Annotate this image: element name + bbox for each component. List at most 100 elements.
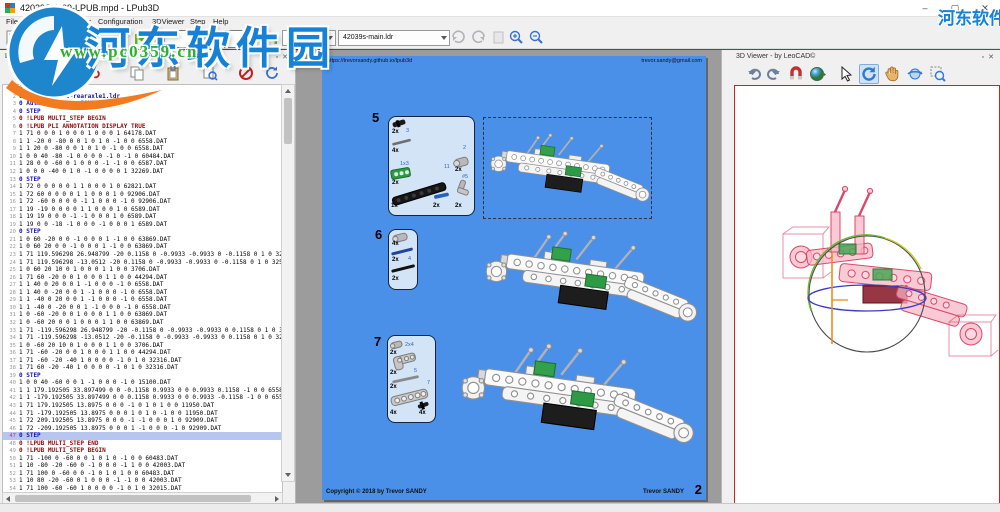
new-file-icon[interactable] <box>4 29 21 46</box>
instruction-page[interactable]: https://trevorsandy.github.io/lpub3d tre… <box>322 56 706 500</box>
menu-step[interactable]: Step <box>190 17 205 26</box>
zoom-out-icon[interactable] <box>528 29 545 46</box>
rotate-tool-icon[interactable] <box>859 64 879 84</box>
csi-step6[interactable] <box>477 224 699 330</box>
menu-help[interactable]: Help <box>213 17 228 26</box>
editor-line[interactable]: 44 1 71 -179.192505 13.8975 0 0 0 1 0 1 0… <box>3 410 282 418</box>
editor-line[interactable]: 81 1 -20 0 -80 0 0 1 0 1 0 -1 0 0 6558.D… <box>3 138 282 146</box>
editor-line[interactable]: 41 1 1 179.192505 33.897499 0 0 -0.1158 0… <box>3 387 282 395</box>
editor-line[interactable]: 47 0 STEP <box>3 432 282 440</box>
previous-page-icon[interactable] <box>149 32 161 50</box>
page-position-input[interactable] <box>164 30 250 48</box>
find-icon[interactable] <box>84 65 100 81</box>
model-combo[interactable]: 42039s-main.ldr <box>338 30 450 46</box>
editor-line[interactable]: 51 1 10 -80 -20 -60 0 -1 0 0 0 -1 1 0 0 4… <box>3 462 282 470</box>
editor-vscrollbar[interactable] <box>281 84 295 482</box>
close-dock-icon[interactable]: ✕ <box>282 54 292 61</box>
editor-line[interactable]: 46 1 72 -209.192505 13.8975 0 0 0 1 -1 0 … <box>3 425 282 433</box>
editor-line[interactable]: 28 1 1 40 0 -20 0 0 1 -1 0 0 0 -1 0 6558.… <box>3 289 282 297</box>
menu-3dviewer[interactable]: 3DViewer <box>152 17 184 26</box>
editor-line[interactable]: 20 Name: 42039s-rearaxle1.ldr <box>3 93 282 101</box>
editor-line[interactable]: 16 1 72 -60 0 0 0 0 -1 1 0 0 0 -1 0 92906… <box>3 198 282 206</box>
editor-line[interactable]: 45 1 72 209.192505 13.8975 0 0 0 -1 -1 0 … <box>3 417 282 425</box>
minimize-button[interactable]: – <box>910 0 940 16</box>
editor-line[interactable]: 36 1 71 -60 -20 0 0 1 0 0 0 1 1 0 0 44294… <box>3 349 282 357</box>
editor-line[interactable]: 23 1 71 119.596298 26.948799 -20 0.1158 0… <box>3 251 282 259</box>
editor-line[interactable]: 30 Author: Trevor SANDY <box>3 100 282 108</box>
editor-line[interactable]: 38 1 71 60 -20 -40 1 0 0 0 0 -1 0 1 0 323… <box>3 364 282 372</box>
editor-line[interactable]: 10 rear axle <box>3 85 282 93</box>
actual-size-icon[interactable] <box>490 29 507 46</box>
print-icon[interactable] <box>84 29 101 46</box>
fit-width-icon[interactable] <box>450 29 467 46</box>
editor-line[interactable]: 10 1 0 0 40 -80 -1 0 0 0 0 -1 0 -1 0 6048… <box>3 153 282 161</box>
editor-line[interactable]: 15 1 72 60 0 0 0 0 1 1 0 0 0 1 0 92906.DA… <box>3 191 282 199</box>
editor-line[interactable]: 42 1 1 -179.192505 33.897499 0 0 0.1158 0… <box>3 394 282 402</box>
editor-line[interactable]: 52 1 71 100 0 -60 0 0 -1 0 1 0 1 0 0 6048… <box>3 470 282 478</box>
editor-line[interactable]: 17 1 19 -19 0 0 0 0 1 1 0 0 0 1 0 6589.DA… <box>3 206 282 214</box>
zoom-in-icon[interactable] <box>508 29 525 46</box>
copy-icon[interactable] <box>129 65 145 81</box>
editor-line[interactable]: 26 1 71 60 -20 0 0 1 0 0 0 1 1 0 0 44294.… <box>3 274 282 282</box>
editor-line[interactable]: 43 1 71 179.192505 13.8975 0 0 0 -1 0 1 0… <box>3 402 282 410</box>
editor-line[interactable]: 91 1 20 0 -80 0 0 1 0 1 0 -1 0 0 6558.DA… <box>3 145 282 153</box>
editor-line[interactable]: 25 1 0 60 20 10 0 1 0 0 0 1 1 0 0 3706.DA… <box>3 266 282 274</box>
redo-icon[interactable] <box>764 64 784 84</box>
editor-line[interactable]: 35 1 0 -60 20 10 0 1 0 0 0 1 1 0 0 3706.D… <box>3 342 282 350</box>
editor-line[interactable]: 24 1 71 119.596298 -13.0512 -20 0.1158 0 … <box>3 259 282 267</box>
editor-line[interactable]: 27 1 1 40 0 20 0 0 1 -1 0 0 0 -1 0 6558.D… <box>3 281 282 289</box>
page-combo[interactable]: Page 2 <box>282 30 336 46</box>
editor-content[interactable]: 10 rear axle 2 0 Name: 42039s-rearaxle1.ld… <box>2 84 283 494</box>
viewer3d-viewport[interactable] <box>734 85 1000 505</box>
last-page-icon[interactable] <box>264 32 278 50</box>
editor-line[interactable]: 50 1 71 -100 0 -60 0 0 1 0 1 0 -1 0 0 604… <box>3 455 282 463</box>
editor-line[interactable]: 33 1 71 -119.596298 26.948799 -20 -0.1158… <box>3 327 282 335</box>
menu-file[interactable]: File <box>6 17 18 26</box>
menu-view[interactable]: View <box>50 17 66 26</box>
editor-line[interactable]: 21 1 0 60 -20 0 0 -1 0 0 0 1 -1 0 0 63869… <box>3 236 282 244</box>
next-page-icon[interactable] <box>250 32 262 50</box>
pan-tool-icon[interactable] <box>882 64 902 84</box>
editor-line[interactable]: 40 1 0 0 40 -60 0 0 1 -1 0 0 0 -1 0 15100… <box>3 379 282 387</box>
menu-edit[interactable]: Edit <box>28 17 41 26</box>
editor-line[interactable]: 20 0 STEP <box>3 228 282 236</box>
csi-step7[interactable] <box>452 333 696 455</box>
close-button[interactable]: ✕ <box>970 0 1000 16</box>
editor-line[interactable]: 48 0 !LPUB MULTI_STEP END <box>3 440 282 448</box>
editor-line[interactable]: 50 !LPUB MULTI_STEP BEGIN <box>3 115 282 123</box>
editor-line[interactable]: 53 1 10 80 -20 -60 0 1 0 0 0 -1 -1 0 0 42… <box>3 477 282 485</box>
render-sphere-icon[interactable] <box>808 64 828 84</box>
pli-step6[interactable]: 4x 2x 4 2x <box>388 229 418 290</box>
fit-visible-icon[interactable] <box>470 29 487 46</box>
pli-step7[interactable]: 2x 2x4 2x 5 2x 7 4x 4x <box>387 335 436 423</box>
save-file-icon[interactable] <box>44 29 61 46</box>
menu-tools[interactable]: Tools <box>74 17 92 26</box>
editor-line[interactable]: 14 1 72 0 0 0 0 0 1 1 0 0 0 1 0 62821.DAT <box>3 183 282 191</box>
editor-line[interactable]: 49 0 !LPUB MULTI_STEP BEGIN <box>3 447 282 455</box>
delete-icon[interactable] <box>238 65 254 81</box>
editor-line[interactable]: 19 1 19 0 0 -18 -1 0 0 0 -1 0 0 0 1 6589.… <box>3 221 282 229</box>
paste-icon[interactable] <box>165 65 181 81</box>
editor-line[interactable]: 13 0 STEP <box>3 176 282 184</box>
menu-configuration[interactable]: Configuration <box>98 17 143 26</box>
pli-step5[interactable]: 2x 3 4x 1x3 2x 2 2x 11 1x 2x #5 2x <box>388 116 475 216</box>
zoom-region-icon[interactable] <box>928 64 948 84</box>
editor-line[interactable]: 39 0 STEP <box>3 372 282 380</box>
editor-line[interactable]: 37 1 71 -60 -20 -40 1 0 0 0 0 -1 0 1 0 32… <box>3 357 282 365</box>
rotate-view-icon[interactable] <box>905 64 925 84</box>
first-page-icon[interactable] <box>134 32 148 50</box>
editor-line[interactable]: 34 1 71 -119.596298 -13.0512 -20 -0.1158 … <box>3 334 282 342</box>
editor-line[interactable]: 40 STEP <box>3 108 282 116</box>
csi-step5[interactable] <box>483 117 652 219</box>
snap-magnet-icon[interactable] <box>786 64 806 84</box>
refresh-icon[interactable] <box>264 65 280 81</box>
editor-line[interactable]: 18 1 19 19 0 0 0 -1 -1 0 0 0 1 0 6589.DAT <box>3 213 282 221</box>
close-dock-icon[interactable]: ✕ <box>988 54 998 61</box>
save-edits-icon[interactable] <box>24 65 40 81</box>
export-pdf-icon[interactable] <box>64 29 81 46</box>
undo-icon[interactable] <box>744 64 764 84</box>
editor-line[interactable]: 11 1 28 0 0 -60 0 1 0 0 0 -1 -1 0 0 6587.… <box>3 160 282 168</box>
editor-line[interactable]: 32 1 0 -60 20 0 0 1 0 0 0 1 1 0 0 63869.D… <box>3 319 282 327</box>
editor-line[interactable]: 31 1 0 -60 -20 0 0 1 0 0 0 1 1 0 0 63869.… <box>3 311 282 319</box>
maximize-button[interactable]: ▢ <box>940 0 970 16</box>
